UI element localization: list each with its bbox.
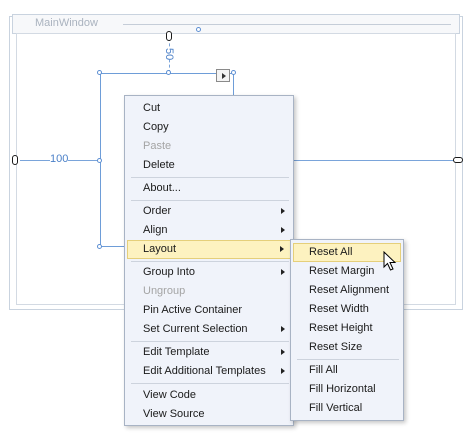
resize-handle-left[interactable] [97, 158, 102, 163]
resize-handle-top[interactable] [166, 70, 171, 75]
resize-handle-bottom-left[interactable] [97, 244, 102, 249]
menu-item-order[interactable]: Order [127, 202, 291, 221]
menu-item-view-code[interactable]: View Code [127, 386, 291, 405]
menu-item-paste: Paste [143, 140, 172, 152]
menu-separator [131, 177, 289, 178]
menu-item-reset-height[interactable]: Reset Height [293, 319, 401, 338]
menu-item-label: Set Current Selection [143, 323, 248, 335]
submenu-arrow-icon [281, 368, 285, 374]
menu-separator [131, 383, 289, 384]
titlebar-divider [123, 24, 451, 25]
menu-item-label: Align [143, 224, 168, 236]
left-anchor-chain-icon[interactable] [12, 155, 18, 165]
mouse-cursor-icon [383, 251, 397, 271]
menu-item-fill-horizontal[interactable]: Fill Horizontal [293, 380, 401, 399]
menu-item-label: Group Into [143, 266, 195, 278]
submenu-arrow-icon [281, 227, 285, 233]
top-margin-value: 50 [163, 48, 175, 61]
menu-item-label: Layout [143, 243, 177, 255]
menu-separator [297, 359, 399, 360]
menu-item-copy[interactable]: Copy [127, 118, 291, 137]
menu-item-reset-size[interactable]: Reset Size [293, 338, 401, 357]
submenu-arrow-icon [281, 349, 285, 355]
menu-separator [131, 341, 289, 342]
menu-item-cut[interactable]: Cut [127, 99, 291, 118]
resize-handle-top-left[interactable] [97, 70, 102, 75]
menu-item-layout[interactable]: Layout [127, 240, 291, 259]
submenu-arrow-icon [280, 246, 284, 252]
menu-separator [131, 200, 289, 201]
submenu-arrow-icon [281, 326, 285, 332]
resize-handle-top-right[interactable] [231, 70, 236, 75]
menu-item-view-source[interactable]: View Source [127, 405, 291, 424]
left-margin-value: 100 [50, 153, 69, 165]
menu-item-fill-all[interactable]: Fill All [293, 361, 401, 380]
top-anchor-chain-icon[interactable] [166, 31, 172, 41]
menu-item-label: Edit Additional Templates [143, 365, 266, 377]
window-top-resize-handle[interactable] [196, 27, 201, 32]
menu-separator [131, 261, 289, 262]
menu-item-label: Order [143, 205, 172, 217]
context-menu: Cut Copy Paste Delete About... Order Ali… [124, 95, 294, 426]
menu-item-about[interactable]: About... [127, 179, 291, 198]
menu-item-fill-vertical[interactable]: Fill Vertical [293, 399, 401, 418]
window-title: MainWindow [35, 17, 98, 29]
menu-item-set-current-selection[interactable]: Set Current Selection [127, 320, 291, 339]
menu-item-ungroup: Ungroup [143, 285, 186, 297]
menu-item-group-into[interactable]: Group Into [127, 263, 291, 282]
menu-item-reset-width[interactable]: Reset Width [293, 300, 401, 319]
menu-item-label: Edit Template [143, 346, 210, 358]
window-titlebar[interactable]: MainWindow [12, 14, 460, 34]
submenu-arrow-icon [281, 208, 285, 214]
right-margin-guide [290, 160, 455, 161]
menu-item-align[interactable]: Align [127, 221, 291, 240]
submenu-arrow-icon [281, 269, 285, 275]
expand-arrow-icon[interactable] [216, 69, 230, 82]
right-anchor-chain-icon[interactable] [453, 157, 463, 163]
menu-item-edit-template[interactable]: Edit Template [127, 343, 291, 362]
menu-item-edit-additional-templates[interactable]: Edit Additional Templates [127, 362, 291, 381]
menu-item-delete[interactable]: Delete [127, 156, 291, 175]
menu-item-reset-alignment[interactable]: Reset Alignment [293, 281, 401, 300]
menu-item-pin-active-container[interactable]: Pin Active Container [127, 301, 291, 320]
